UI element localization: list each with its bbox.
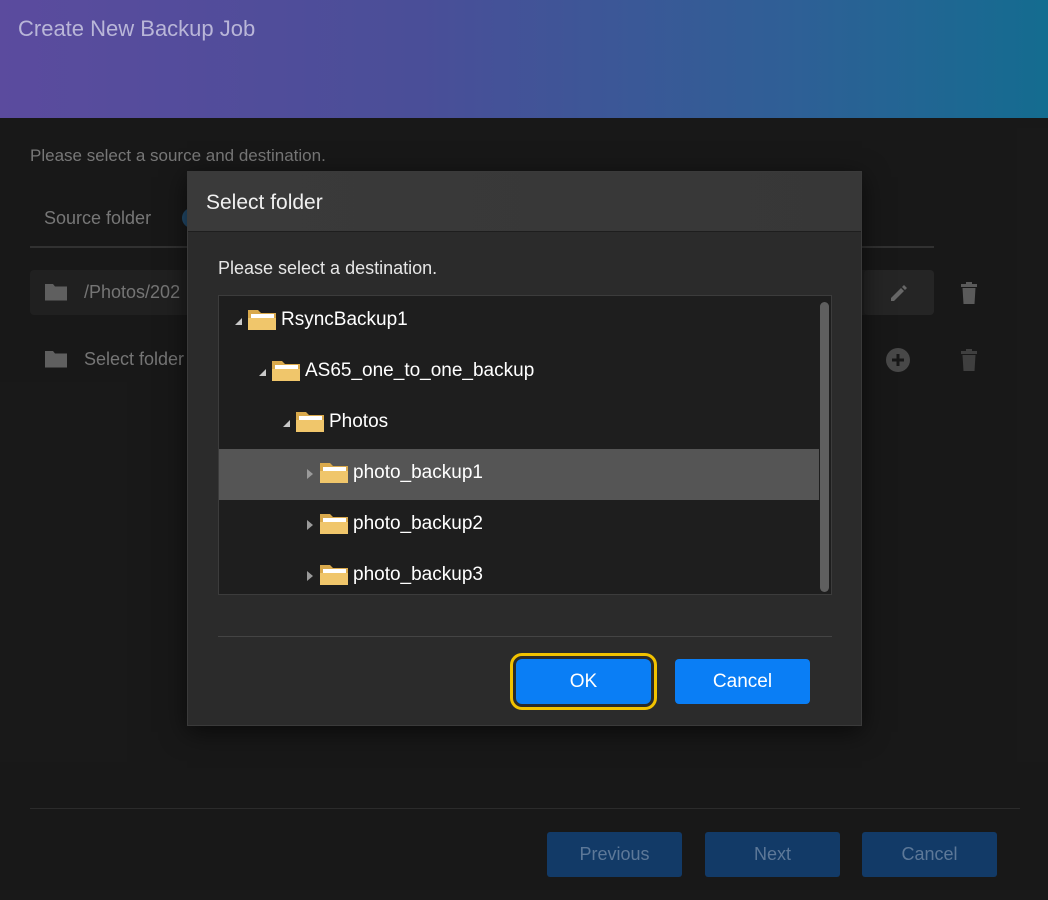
folder-icon	[320, 514, 348, 534]
tree-node[interactable]: Photos	[219, 398, 819, 449]
folder-icon	[296, 412, 324, 432]
dialog-cancel-button[interactable]: Cancel	[675, 659, 810, 704]
tree-scrollbar[interactable]	[820, 302, 829, 592]
tree-node-label: photo_backup1	[353, 462, 483, 483]
folder-icon	[320, 463, 348, 483]
expand-arrow-icon[interactable]	[305, 519, 315, 531]
expand-arrow-icon[interactable]	[305, 468, 315, 480]
dialog-divider	[218, 636, 832, 637]
tree-node[interactable]: photo_backup2	[219, 500, 819, 551]
folder-icon	[272, 361, 300, 381]
dialog-header: Select folder	[188, 172, 861, 232]
tree-node-label: RsyncBackup1	[281, 309, 408, 330]
collapse-arrow-icon[interactable]	[257, 366, 267, 378]
collapse-arrow-icon[interactable]	[281, 417, 291, 429]
tree-node-label: photo_backup3	[353, 564, 483, 585]
tree-node[interactable]: RsyncBackup1	[219, 296, 819, 347]
expand-arrow-icon[interactable]	[305, 570, 315, 582]
folder-icon	[320, 565, 348, 585]
window-title: Create New Backup Job	[18, 16, 256, 41]
tree-node[interactable]: photo_backup3	[219, 551, 819, 594]
dialog-prompt: Please select a destination.	[218, 258, 438, 278]
tree-node[interactable]: AS65_one_to_one_backup	[219, 347, 819, 398]
folder-icon	[248, 310, 276, 330]
window-header: Create New Backup Job	[0, 0, 1048, 118]
tree-node-label: Photos	[329, 411, 389, 432]
tree-node-label: photo_backup2	[353, 513, 483, 534]
ok-button[interactable]: OK	[510, 653, 657, 710]
dialog-title: Select folder	[206, 191, 323, 214]
select-folder-dialog: Select folder Please select a destinatio…	[187, 171, 862, 726]
folder-tree: photo_backup3 photo_backup2 photo_backup1 P…	[218, 295, 832, 595]
tree-node[interactable]: photo_backup1	[219, 449, 819, 500]
tree-node-label: AS65_one_to_one_backup	[305, 360, 535, 381]
collapse-arrow-icon[interactable]	[233, 315, 243, 327]
